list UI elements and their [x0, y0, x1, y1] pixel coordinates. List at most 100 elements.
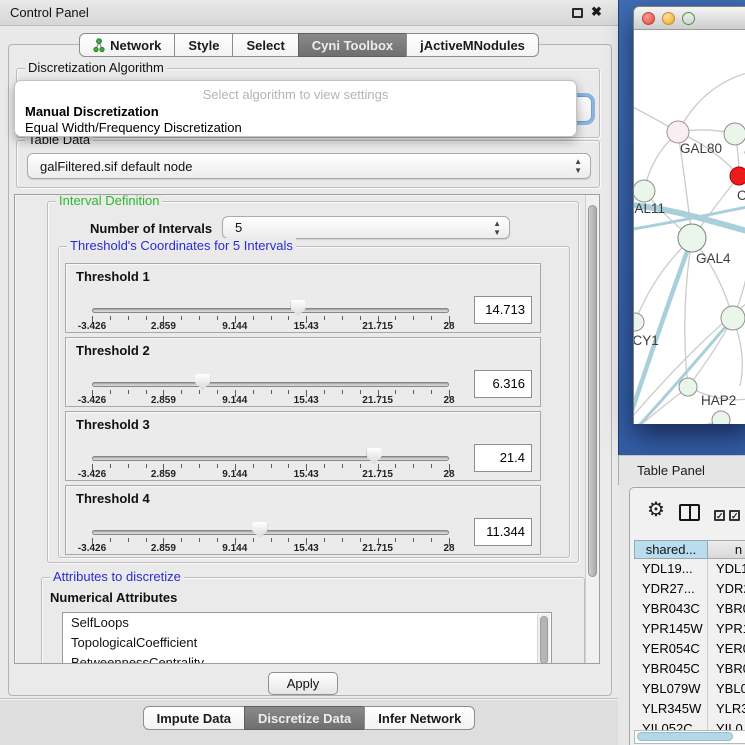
slider-tick — [217, 464, 218, 468]
algorithm-option-manual-discretization[interactable]: Manual Discretization — [25, 104, 159, 119]
table-cell[interactable]: YER054C — [634, 639, 708, 659]
slider-tick — [110, 316, 111, 320]
interval-definition-group-title: Interval Definition — [56, 194, 162, 208]
threshold-1-slider-track[interactable] — [92, 308, 449, 313]
threshold-3-slider-track[interactable] — [92, 456, 449, 461]
settings-scrollbar-thumb[interactable] — [588, 205, 597, 577]
slider-tick — [128, 538, 129, 542]
threshold-4-slider-handle[interactable] — [252, 522, 267, 538]
table-cell[interactable]: YPR145W — [634, 619, 708, 639]
column-header-n[interactable]: n — [708, 540, 745, 559]
table-horizontal-scrollbar-thumb[interactable] — [637, 732, 733, 741]
tab-cyni-toolbox[interactable]: Cyni Toolbox — [298, 33, 407, 57]
table-cell[interactable]: YPR1 — [708, 619, 745, 639]
threshold-1-slider-handle[interactable] — [291, 300, 306, 316]
float-window-icon[interactable] — [572, 8, 583, 18]
table-cell[interactable]: YLR345W — [634, 699, 708, 719]
slider-tick — [413, 390, 414, 394]
network-window-titlebar[interactable] — [634, 7, 745, 30]
table-cell[interactable]: YDR2 — [708, 579, 745, 599]
table-cell[interactable]: YLR3 — [708, 699, 745, 719]
bottom-tab-discretize-data[interactable]: Discretize Data — [244, 706, 365, 730]
network-node-c[interactable] — [730, 167, 745, 185]
table-cell[interactable]: YBR0 — [708, 599, 745, 619]
slider-tick — [324, 538, 325, 542]
table-data-combo[interactable]: galFiltered.sif default node ▲▼ — [27, 153, 591, 179]
network-node-label: C — [737, 188, 745, 203]
table-cell[interactable]: YBR0 — [708, 659, 745, 679]
slider-tick-label: 15.43 — [276, 543, 336, 554]
algorithm-option-equal-width-frequency[interactable]: Equal Width/Frequency Discretization — [25, 120, 242, 135]
bottom-tab-infer-network[interactable]: Infer Network — [364, 706, 475, 730]
threshold-3-value-field[interactable]: 21.4 — [474, 444, 532, 472]
slider-tick-label: 28 — [419, 543, 479, 554]
threshold-1-value-field[interactable]: 14.713 — [474, 296, 532, 324]
settings-scrollbar[interactable] — [585, 195, 599, 663]
number-of-intervals-combo[interactable]: 5 ▲▼ — [222, 216, 510, 239]
numerical-attributes-list[interactable]: SelfLoopsTopologicalCoefficientBetweenne… — [62, 612, 552, 664]
network-node-gcy1[interactable] — [634, 313, 644, 331]
close-window-icon[interactable] — [642, 12, 655, 25]
table-cell[interactable]: YER0 — [708, 639, 745, 659]
table-panel-title: Table Panel — [637, 463, 705, 478]
network-node[interactable] — [712, 411, 730, 424]
attribute-item-selfloops[interactable]: SelfLoops — [63, 613, 551, 633]
table-cell[interactable]: YBL0 — [708, 679, 745, 699]
slider-tick — [431, 464, 432, 468]
slider-tick — [181, 464, 182, 468]
checkbox-checked-icon[interactable]: ✓ — [714, 510, 725, 521]
table-cell[interactable]: YBR043C — [634, 599, 708, 619]
column-header-shared[interactable]: shared... — [634, 540, 708, 559]
network-view-window: GAL80GACGAL11GAL4GCY1HHAP2 — [633, 6, 745, 424]
slider-tick-label: -3.426 — [62, 543, 122, 554]
attribute-item-betweennesscentrality[interactable]: BetweennessCentrality — [63, 653, 551, 664]
attributes-scrollbar-thumb[interactable] — [540, 616, 548, 664]
network-node-gal80[interactable] — [667, 121, 689, 143]
table-cell[interactable]: YDL1 — [708, 559, 745, 579]
slider-tick — [199, 316, 200, 320]
bottom-tab-impute-data-label: Impute Data — [157, 711, 231, 726]
tab-style[interactable]: Style — [174, 33, 233, 57]
network-node-gal11[interactable] — [634, 180, 655, 202]
tab-select[interactable]: Select — [232, 33, 298, 57]
attribute-item-topologicalcoefficient[interactable]: TopologicalCoefficient — [63, 633, 551, 653]
table-cell[interactable]: YBL079W — [634, 679, 708, 699]
tab-network[interactable]: Network — [79, 33, 175, 57]
network-edge — [635, 238, 692, 322]
gear-icon[interactable]: ⚙ — [647, 500, 665, 520]
network-node-hap2[interactable] — [679, 378, 697, 396]
slider-tick — [360, 464, 361, 468]
slider-tick-label: -3.426 — [62, 469, 122, 480]
table-cell[interactable]: YDR27... — [634, 579, 708, 599]
slider-tick — [395, 538, 396, 542]
zoom-window-icon[interactable] — [682, 12, 695, 25]
network-node-gal4[interactable] — [678, 224, 706, 252]
table-cell[interactable]: YBR045C — [634, 659, 708, 679]
tab-jactivemnodules[interactable]: jActiveMNodules — [406, 33, 539, 57]
slider-tick-label: 15.43 — [276, 469, 336, 480]
bottom-tab-bar: Impute Data Discretize DataInfer Network — [0, 706, 618, 730]
attributes-scrollbar[interactable] — [537, 614, 550, 664]
slider-tick — [324, 316, 325, 320]
bottom-tab-impute-data[interactable]: Impute Data — [143, 706, 245, 730]
network-canvas[interactable]: GAL80GACGAL11GAL4GCY1HHAP2 — [634, 30, 745, 424]
threshold-4-slider-track[interactable] — [92, 530, 449, 535]
table-horizontal-scrollbar[interactable] — [634, 730, 745, 744]
split-view-icon[interactable] — [679, 504, 700, 521]
threshold-2-slider-track[interactable] — [92, 382, 449, 387]
minimize-window-icon[interactable] — [662, 12, 675, 25]
network-node-h[interactable] — [721, 306, 745, 330]
threshold-2-slider-handle[interactable] — [195, 374, 210, 390]
table-cell[interactable]: YDL19... — [634, 559, 708, 579]
slider-tick — [128, 464, 129, 468]
slider-tick — [288, 390, 289, 394]
threshold-3-slider-handle[interactable] — [367, 448, 382, 464]
slider-tick — [288, 316, 289, 320]
network-node-ga[interactable] — [724, 123, 745, 145]
slider-tick — [146, 538, 147, 542]
apply-button[interactable]: Apply — [268, 672, 338, 695]
threshold-4-value-field[interactable]: 11.344 — [474, 518, 532, 546]
checkbox-checked-icon[interactable]: ✓ — [729, 510, 740, 521]
close-icon[interactable]: ✖ — [591, 4, 602, 20]
threshold-2-value-field[interactable]: 6.316 — [474, 370, 532, 398]
